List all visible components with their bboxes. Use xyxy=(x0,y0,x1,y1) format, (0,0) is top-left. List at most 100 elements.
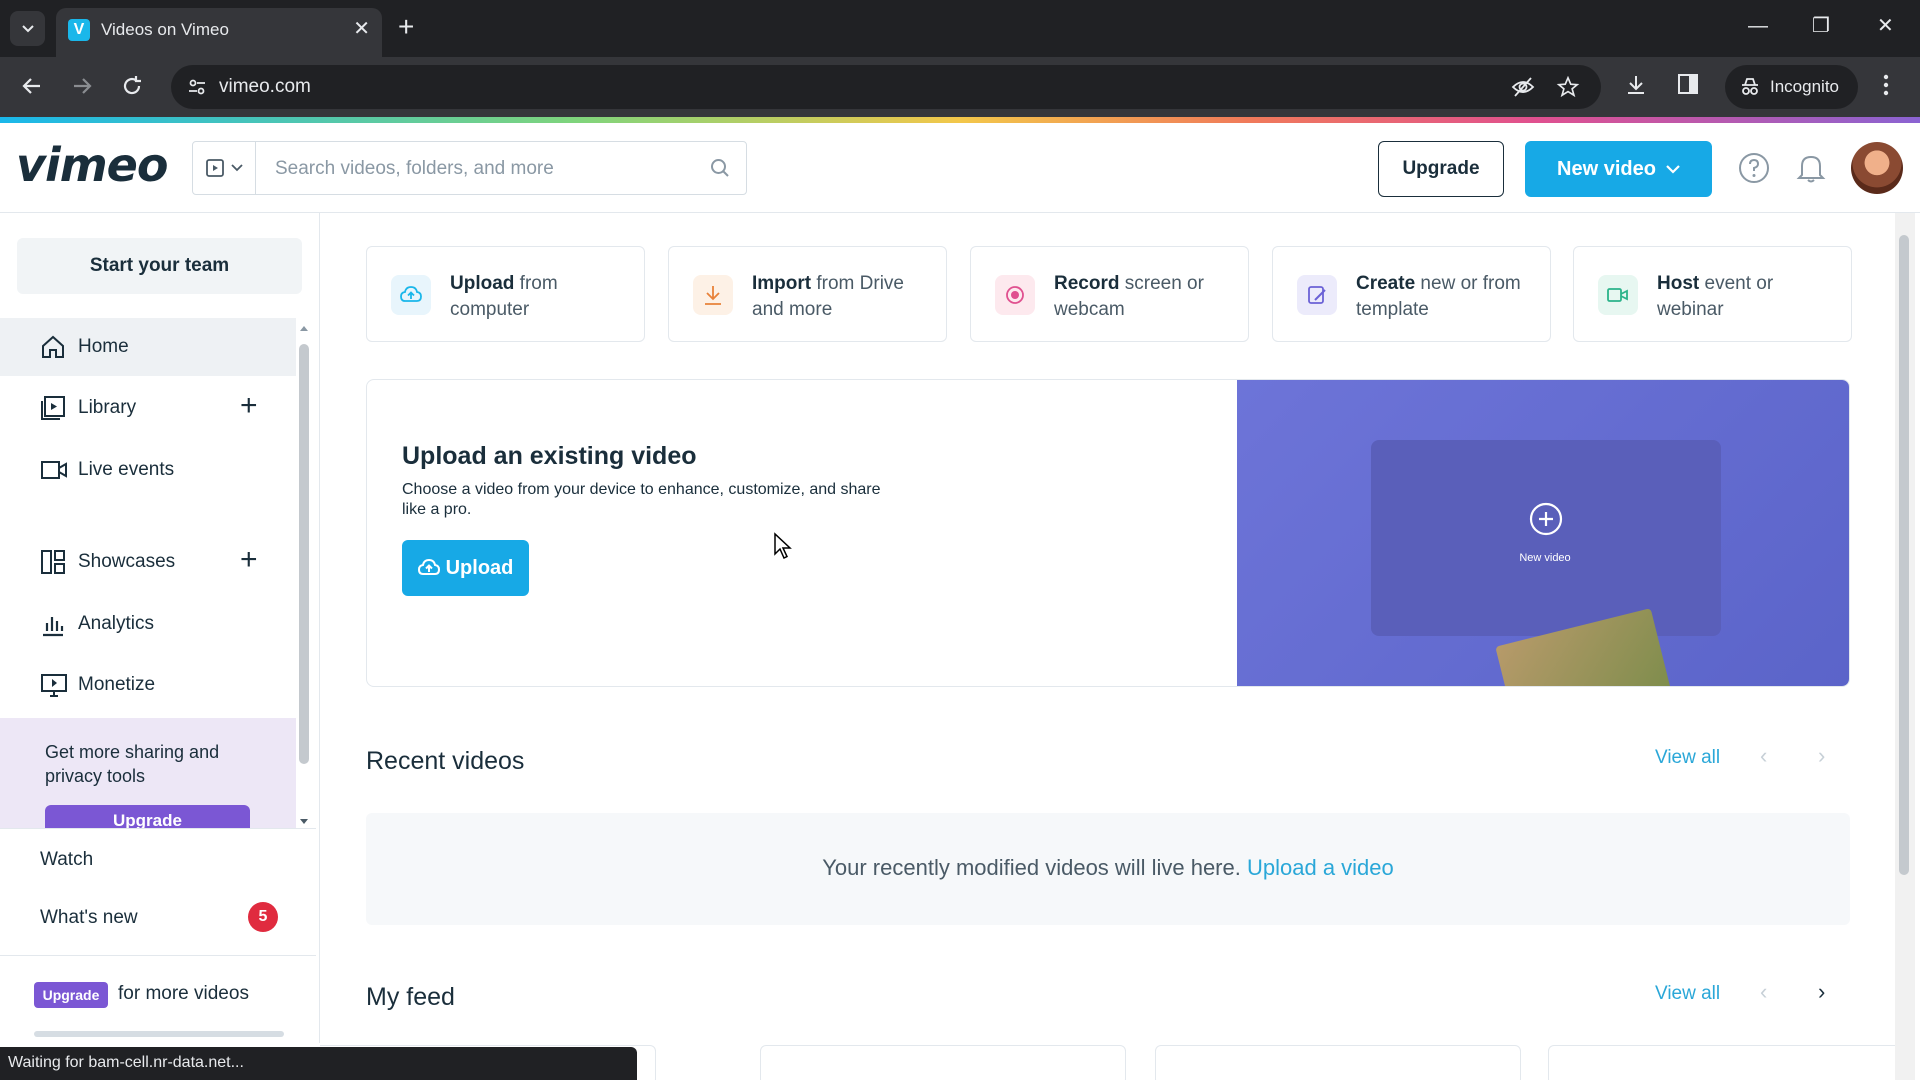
new-video-button[interactable]: New video xyxy=(1525,141,1712,197)
start-team-button[interactable]: Start your team xyxy=(17,238,302,294)
divider xyxy=(0,955,316,956)
minimize-icon[interactable]: — xyxy=(1748,14,1768,38)
feed-view-all-link[interactable]: View all xyxy=(1655,983,1720,1005)
search-input[interactable]: Search videos, folders, and more xyxy=(275,158,554,180)
feed-card[interactable] xyxy=(1548,1045,1900,1080)
upload-card-description: Choose a video from your device to enhan… xyxy=(402,481,881,518)
camera-icon xyxy=(40,457,68,483)
search-icon[interactable] xyxy=(710,158,730,178)
back-icon[interactable] xyxy=(20,74,44,98)
forward-icon[interactable] xyxy=(70,74,94,98)
site-info-icon[interactable] xyxy=(187,77,207,97)
sidebar-item-showcases[interactable]: Showcases + xyxy=(0,533,296,591)
close-tab-icon[interactable]: ✕ xyxy=(353,18,370,40)
address-bar[interactable]: vimeo.com xyxy=(171,65,1601,109)
side-panel-icon[interactable] xyxy=(1677,73,1699,95)
add-library-icon[interactable]: + xyxy=(240,389,258,423)
sidebar-item-label: Library xyxy=(78,397,137,418)
record-card[interactable]: Record screen or webcam xyxy=(970,246,1249,342)
user-avatar[interactable] xyxy=(1851,142,1903,194)
recent-view-all-link[interactable]: View all xyxy=(1655,747,1720,769)
quick-action-label: Record screen or webcam xyxy=(1054,273,1204,320)
upgrade-text: for more videos xyxy=(118,983,249,1004)
browser-status-bar: Waiting for bam-cell.nr-data.net... xyxy=(0,1047,637,1080)
sidebar-item-label: Home xyxy=(78,336,129,357)
record-icon xyxy=(995,275,1035,315)
browser-toolbar: vimeo.com Incognito xyxy=(0,57,1920,117)
new-video-label: New video xyxy=(1557,157,1656,180)
quick-action-label: Host event or webinar xyxy=(1657,273,1774,320)
recent-videos-empty-state: Your recently modified videos will live … xyxy=(366,813,1850,925)
recent-videos-title: Recent videos xyxy=(366,747,525,775)
chevron-left-icon[interactable]: ‹ xyxy=(1760,979,1767,1005)
video-camera-icon xyxy=(1598,275,1638,315)
quick-action-label: Upload from computer xyxy=(450,273,558,320)
browser-menu-icon[interactable] xyxy=(1883,73,1889,97)
browser-tab-bar: V Videos on Vimeo ✕ + — ❐ ✕ xyxy=(0,0,1920,57)
sidebar-item-analytics[interactable]: Analytics xyxy=(0,595,296,653)
upload-from-computer-card[interactable]: Upload from computer xyxy=(366,246,645,342)
scroll-down-icon xyxy=(300,819,308,824)
cloud-upload-icon xyxy=(391,275,431,315)
upload-existing-video-card: Upload an existing video Choose a video … xyxy=(366,379,1850,687)
feed-card[interactable] xyxy=(1155,1045,1521,1080)
sidebar-scrollbar[interactable] xyxy=(298,324,310,824)
incognito-icon xyxy=(1742,78,1758,95)
chevron-down-icon xyxy=(231,164,243,172)
upload-button[interactable]: Upload xyxy=(402,540,529,596)
upload-video-link[interactable]: Upload a video xyxy=(1247,855,1394,880)
sidebar-item-live-events[interactable]: Live events xyxy=(0,441,296,499)
search-scope-dropdown[interactable] xyxy=(193,142,256,194)
sidebar-item-label: Live events xyxy=(78,459,175,480)
incognito-indicator[interactable]: Incognito xyxy=(1725,65,1858,109)
library-icon xyxy=(40,395,66,421)
tracking-off-icon[interactable] xyxy=(1511,76,1535,98)
tab-title: Videos on Vimeo xyxy=(101,20,229,39)
sidebar-scroll-thumb[interactable] xyxy=(299,344,309,764)
create-card[interactable]: Create new or from template xyxy=(1272,246,1551,342)
sidebar-item-monetize[interactable]: Monetize xyxy=(0,656,296,714)
sidebar-item-watch[interactable]: Watch xyxy=(40,849,93,871)
sidebar-item-home[interactable]: Home xyxy=(0,318,296,376)
chevron-right-icon[interactable]: › xyxy=(1818,743,1825,769)
main-scrollbar[interactable] xyxy=(1895,213,1915,1080)
url-text: vimeo.com xyxy=(219,76,311,97)
sidebar-item-whats-new[interactable]: What's new xyxy=(40,907,138,929)
upgrade-button[interactable]: Upgrade xyxy=(1378,141,1504,197)
vimeo-logo[interactable]: vimeo xyxy=(16,138,168,192)
feed-card[interactable] xyxy=(760,1045,1126,1080)
reload-icon[interactable] xyxy=(120,74,144,98)
site-header: vimeo Search videos, folders, and more U… xyxy=(0,123,1920,213)
host-event-card[interactable]: Host event or webinar xyxy=(1573,246,1852,342)
import-card[interactable]: Import from Drive and more xyxy=(668,246,947,342)
main-scroll-thumb[interactable] xyxy=(1899,235,1909,875)
add-showcase-icon[interactable]: + xyxy=(240,543,258,577)
sidebar-horizontal-scrollbar[interactable] xyxy=(34,1031,284,1037)
quick-action-label: Create new or from template xyxy=(1356,273,1521,320)
new-tab-button[interactable]: + xyxy=(398,12,414,42)
quick-action-label: Import from Drive and more xyxy=(752,273,905,320)
restore-icon[interactable]: ❐ xyxy=(1812,14,1830,38)
tab-search-button[interactable] xyxy=(10,11,45,46)
video-library-icon xyxy=(206,159,224,177)
chevron-right-icon[interactable]: › xyxy=(1818,979,1825,1005)
sidebar-item-library[interactable]: Library + xyxy=(0,379,296,437)
illustration-panel xyxy=(1371,440,1721,636)
plus-circle-icon xyxy=(1529,502,1563,536)
chevron-down-icon xyxy=(1666,164,1680,174)
promo-upgrade-button[interactable]: Upgrade xyxy=(45,805,250,828)
upgrade-tag[interactable]: Upgrade xyxy=(34,982,108,1008)
download-icon[interactable] xyxy=(1624,73,1648,97)
chevron-left-icon[interactable]: ‹ xyxy=(1760,743,1767,769)
browser-tab[interactable]: V Videos on Vimeo ✕ xyxy=(56,8,382,57)
bookmark-star-icon[interactable] xyxy=(1556,76,1580,98)
upgrade-promo: Get more sharing and privacy tools Upgra… xyxy=(0,718,296,828)
help-icon[interactable] xyxy=(1738,152,1770,184)
my-feed-title: My feed xyxy=(366,983,455,1011)
search-box[interactable]: Search videos, folders, and more xyxy=(192,141,747,195)
sidebar: Start your team Home Library + Live even… xyxy=(0,213,320,1043)
create-edit-icon xyxy=(1297,275,1337,315)
promo-text: Get more sharing and privacy tools xyxy=(45,742,220,786)
close-window-icon[interactable]: ✕ xyxy=(1877,14,1894,38)
notifications-bell-icon[interactable] xyxy=(1796,152,1826,184)
